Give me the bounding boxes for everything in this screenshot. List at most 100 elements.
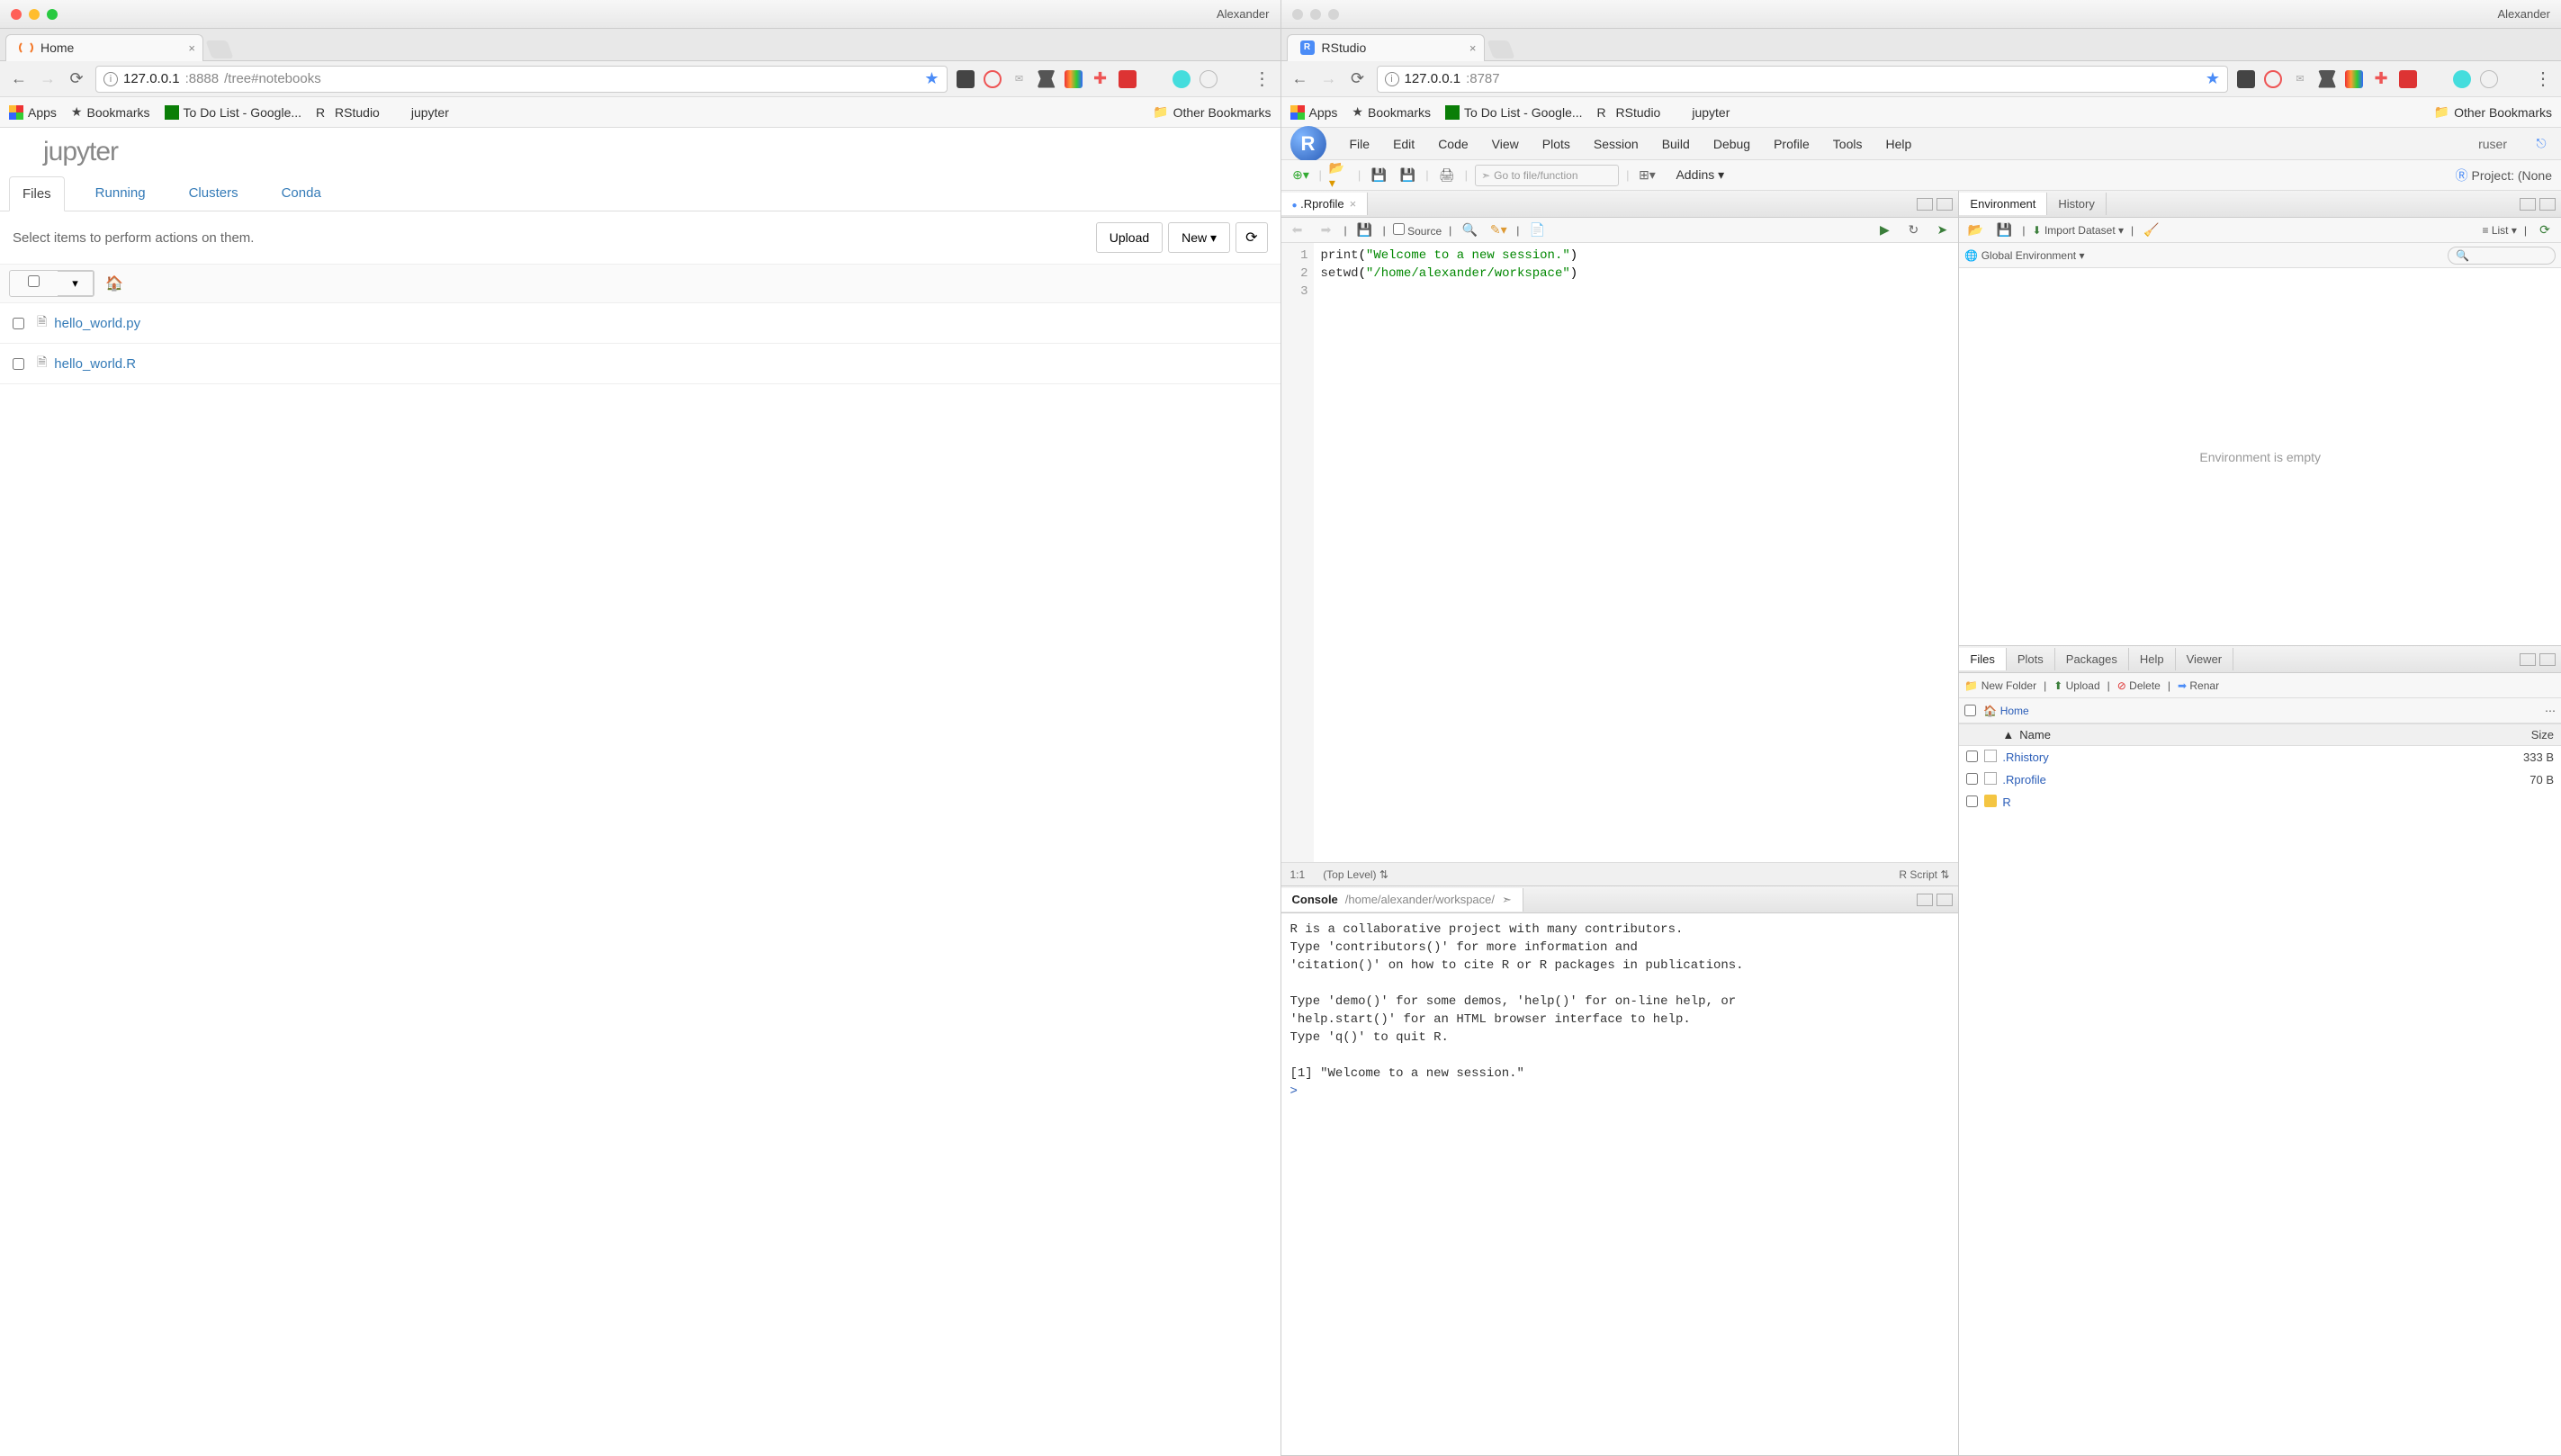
save-all-icon[interactable]: 💾: [1397, 166, 1418, 185]
new-button[interactable]: New ▾: [1168, 222, 1230, 253]
upload-button[interactable]: Upload: [1096, 222, 1163, 253]
scope-selector[interactable]: 🌐 Global Environment ▾: [1964, 249, 2084, 262]
menu-tools[interactable]: Tools: [1833, 137, 1863, 151]
rename-button[interactable]: ➡ Renar: [2178, 679, 2219, 692]
reload-button[interactable]: ⟳: [1348, 69, 1368, 89]
ext-icon[interactable]: [2480, 70, 2498, 88]
upload-button[interactable]: ⬆ Upload: [2053, 679, 2099, 692]
menu-file[interactable]: File: [1350, 137, 1370, 151]
more-icon[interactable]: ⋯: [2545, 705, 2556, 717]
back-button[interactable]: ←: [9, 69, 29, 89]
file-row[interactable]: .Rprofile 70 B: [1959, 768, 2561, 791]
locate-icon[interactable]: ➣: [1502, 893, 1512, 907]
ext-icon[interactable]: [957, 70, 975, 88]
menu-view[interactable]: View: [1492, 137, 1519, 151]
ext-icon[interactable]: ✚: [2372, 70, 2390, 88]
file-row[interactable]: .Rhistory 333 B: [1959, 746, 2561, 768]
source-icon[interactable]: ➤: [1931, 220, 1953, 240]
ext-icon[interactable]: [2345, 70, 2363, 88]
ext-icon[interactable]: [1065, 70, 1083, 88]
minimize-icon[interactable]: [1310, 9, 1321, 20]
file-checkbox[interactable]: [1966, 750, 1978, 762]
chrome-menu-icon[interactable]: ⋮: [2534, 67, 2552, 90]
tab-environment[interactable]: Environment: [1959, 193, 2047, 215]
tab-close-icon[interactable]: ×: [1469, 41, 1477, 55]
ext-icon[interactable]: [2237, 70, 2255, 88]
import-dataset-button[interactable]: ⬇ Import Dataset ▾: [2033, 224, 2124, 237]
forward-button[interactable]: →: [38, 69, 58, 89]
address-field[interactable]: i 127.0.0.1:8888/tree#notebooks ★: [95, 66, 948, 93]
file-row[interactable]: 🗎 hello_world.py: [0, 303, 1280, 344]
pocket-icon[interactable]: [1038, 70, 1056, 88]
apps-button[interactable]: Apps: [9, 105, 57, 120]
list-view-button[interactable]: ≡ List ▾: [2482, 224, 2516, 237]
file-checkbox[interactable]: [1966, 773, 1978, 785]
apps-button[interactable]: Apps: [1290, 105, 1338, 120]
maximize-icon[interactable]: [1328, 9, 1339, 20]
file-row[interactable]: R: [1959, 791, 2561, 813]
load-icon[interactable]: 📂: [1964, 220, 1986, 240]
tab-clusters[interactable]: Clusters: [176, 176, 251, 211]
tab-conda[interactable]: Conda: [269, 176, 334, 211]
maximize-icon[interactable]: [47, 9, 58, 20]
bookmark-rstudio[interactable]: RRStudio: [316, 105, 380, 120]
forward-button[interactable]: →: [1319, 69, 1339, 89]
tab-viewer[interactable]: Viewer: [2176, 648, 2234, 670]
minimize-icon[interactable]: [29, 9, 40, 20]
bookmark-star-icon[interactable]: ★: [924, 69, 939, 88]
new-file-icon[interactable]: ⊕▾: [1290, 166, 1312, 185]
tab-running[interactable]: Running: [83, 176, 158, 211]
maximize-pane-icon[interactable]: [1936, 894, 1953, 906]
close-icon[interactable]: [11, 9, 22, 20]
save-icon[interactable]: 💾: [1368, 166, 1389, 185]
env-search-input[interactable]: 🔍: [2448, 247, 2556, 265]
pocket-icon[interactable]: [2318, 70, 2336, 88]
ext-icon[interactable]: [1200, 70, 1218, 88]
save-icon[interactable]: 💾: [1354, 220, 1376, 240]
compile-icon[interactable]: 📄: [1526, 220, 1548, 240]
ext-icon[interactable]: [1146, 70, 1164, 88]
ext-icon[interactable]: [1227, 70, 1245, 88]
source-on-save-checkbox[interactable]: [1393, 223, 1405, 235]
refresh-button[interactable]: ⟳: [1236, 222, 1267, 253]
menu-profile[interactable]: Profile: [1774, 137, 1810, 151]
menu-session[interactable]: Session: [1594, 137, 1639, 151]
signout-icon[interactable]: ⎋: [2530, 134, 2552, 154]
forward-icon[interactable]: ➡: [1316, 220, 1337, 240]
ext-icon[interactable]: [1119, 70, 1137, 88]
project-label[interactable]: ⓇProject: (None: [2456, 166, 2552, 184]
select-all-checkbox[interactable]: [28, 275, 40, 287]
open-file-icon[interactable]: 📂▾: [1329, 166, 1351, 185]
other-bookmarks[interactable]: 📁Other Bookmarks: [1153, 104, 1271, 120]
new-tab-button[interactable]: [205, 40, 233, 58]
tab-files[interactable]: Files: [9, 176, 65, 211]
minimize-pane-icon[interactable]: [2520, 198, 2536, 211]
file-link[interactable]: hello_world.py: [54, 316, 140, 331]
bookmark-star-icon[interactable]: ★: [2206, 69, 2220, 88]
file-row[interactable]: 🗎 hello_world.R: [0, 344, 1280, 384]
close-icon[interactable]: ×: [1350, 197, 1357, 211]
bookmark-todo[interactable]: To Do List - Google...: [165, 105, 302, 120]
console-tab[interactable]: Console /home/alexander/workspace/ ➣: [1281, 888, 1523, 912]
breadcrumb-home[interactable]: 🏠 Home: [1983, 705, 2028, 717]
bookmarks-button[interactable]: ★Bookmarks: [1352, 104, 1431, 120]
ext-icon[interactable]: ✉: [1011, 70, 1029, 88]
bookmark-jupyter[interactable]: jupyter: [394, 105, 449, 120]
bookmark-rstudio[interactable]: RRStudio: [1597, 105, 1661, 120]
menu-help[interactable]: Help: [1885, 137, 1911, 151]
minimize-pane-icon[interactable]: [2520, 653, 2536, 666]
maximize-pane-icon[interactable]: [1936, 198, 1953, 211]
wand-icon[interactable]: ✎▾: [1487, 220, 1509, 240]
addins-dropdown[interactable]: Addins ▾: [1676, 167, 1724, 183]
rerun-icon[interactable]: ↻: [1902, 220, 1924, 240]
address-field[interactable]: i 127.0.0.1:8787 ★: [1377, 66, 2229, 93]
code-editor[interactable]: 123 print("Welcome to a new session.") s…: [1281, 243, 1959, 862]
refresh-icon[interactable]: ⟳: [2534, 220, 2556, 240]
tab-help[interactable]: Help: [2129, 648, 2176, 670]
tab-close-icon[interactable]: ×: [188, 41, 195, 55]
ext-icon[interactable]: [984, 70, 1002, 88]
file-checkbox[interactable]: [1966, 795, 1978, 807]
browser-tab[interactable]: Home ×: [5, 34, 203, 61]
source-tab[interactable]: ● .Rprofile×: [1281, 193, 1369, 215]
find-icon[interactable]: 🔍: [1459, 220, 1480, 240]
